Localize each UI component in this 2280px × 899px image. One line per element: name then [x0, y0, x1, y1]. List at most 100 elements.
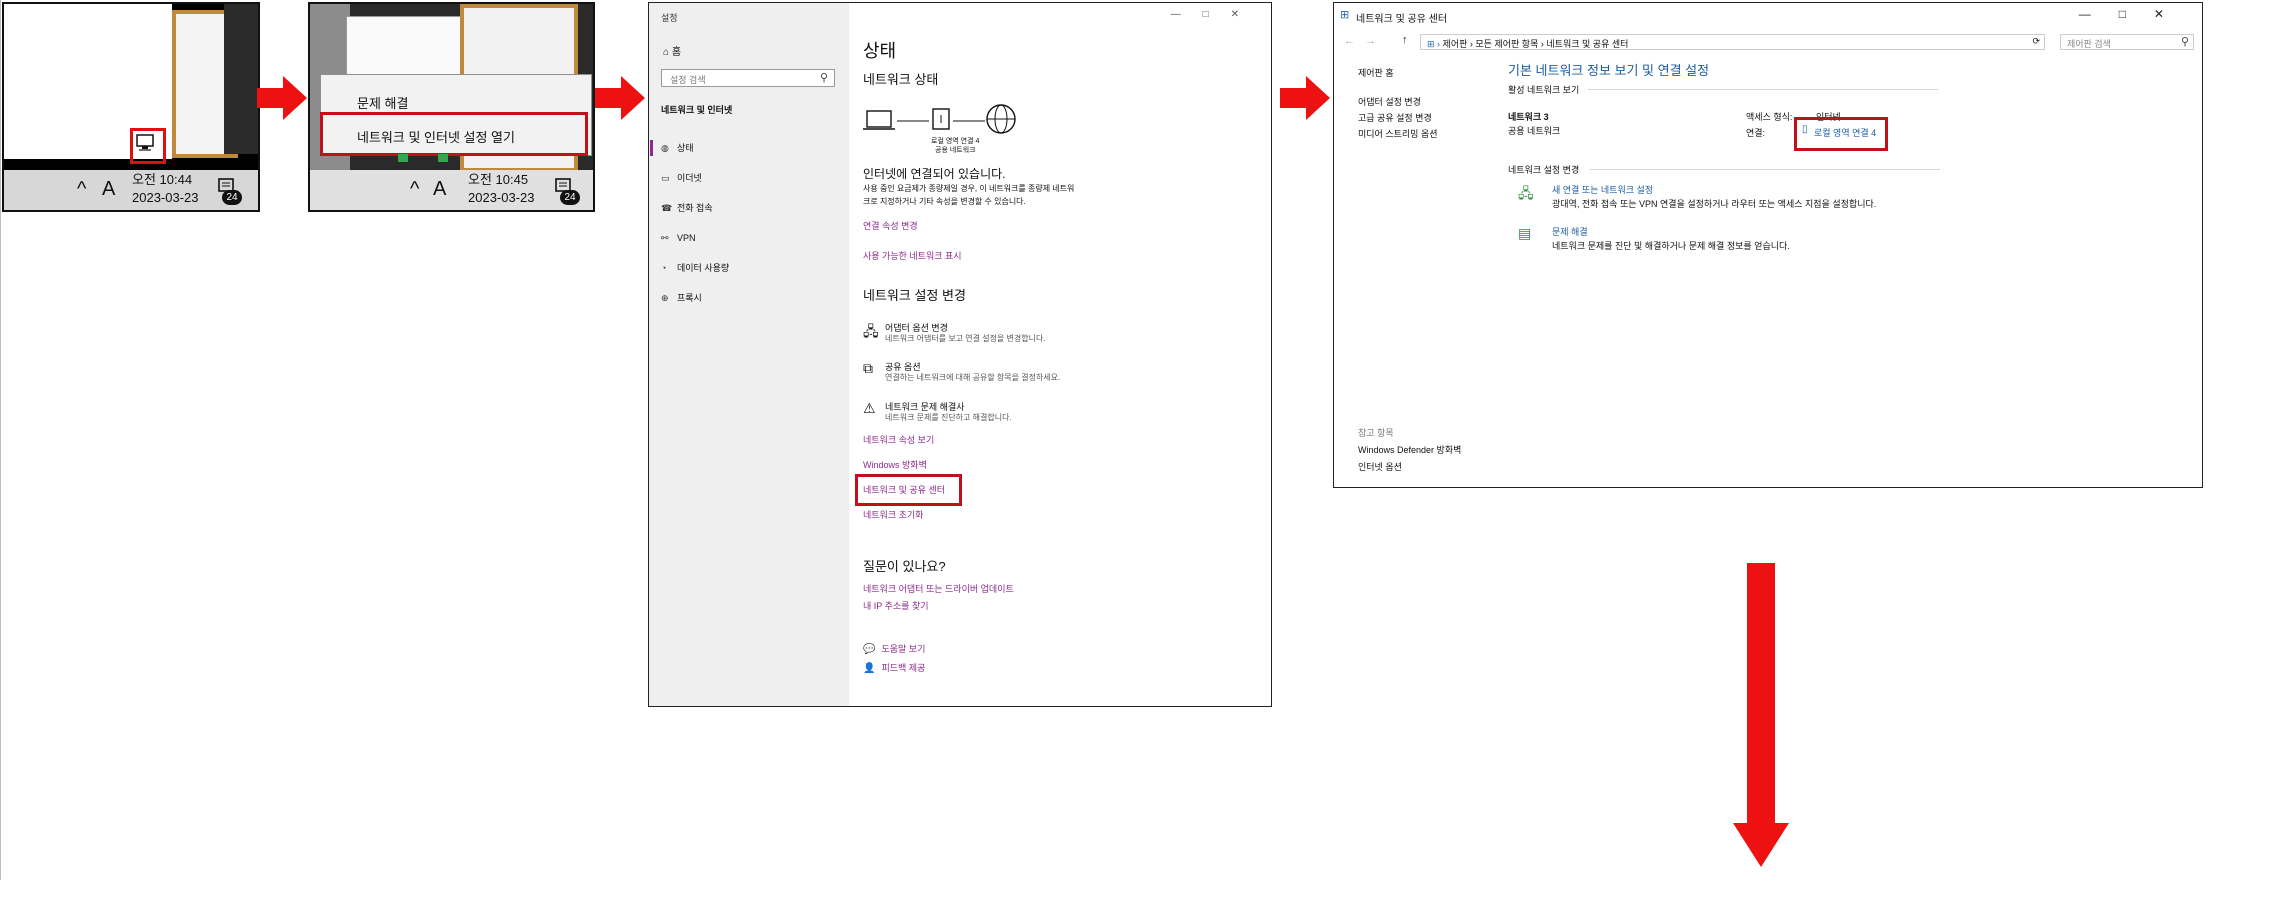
settings-search-input[interactable]: 설정 검색 ⚲	[661, 69, 835, 87]
page-title: 상태	[863, 41, 897, 61]
sidebar-item-data-usage[interactable]: ◔ 데이터 사용량	[661, 259, 729, 277]
link-troubleshoot[interactable]: 문제 해결	[1552, 225, 1588, 238]
search-placeholder: 설정 검색	[670, 75, 706, 85]
left-link-home[interactable]: 제어판 홈	[1358, 66, 1394, 79]
search-icon: ⚲	[819, 72, 828, 84]
control-panel-search-input[interactable]: 제어판 검색 ⚲	[2060, 34, 2194, 50]
window-title: 네트워크 및 공유 센터	[1356, 14, 1448, 25]
sidebar-item-status[interactable]: ◍ 상태	[661, 139, 694, 157]
taskbar: ^ A 오전 10:45 2023-03-23 24	[310, 170, 593, 210]
address-bar: ←→ ↑ ⊞ › 제어판 › 모든 제어판 항목 › 네트워크 및 공유 센터 …	[1334, 29, 2202, 55]
breadcrumb-item[interactable]: 네트워크 및 공유 센터	[1546, 39, 1628, 49]
ime-indicator[interactable]: A	[433, 178, 446, 201]
step2-context-menu-screenshot: 문제 해결 네트워크 및 인터넷 설정 열기 ^ A 오전 10:45 2023…	[308, 2, 595, 212]
sidebar-item-dialup[interactable]: ☎ 전화 접속	[661, 199, 713, 217]
control-panel-icon: ⊞	[1340, 9, 1350, 21]
link-change-connection-properties[interactable]: 연결 속성 변경	[863, 219, 918, 232]
option-desc: 네트워크 문제를 진단하고 해결합니다.	[885, 413, 1012, 422]
network-tray-icon[interactable]	[135, 133, 157, 153]
feedback-icon: 👤	[863, 663, 876, 674]
warning-icon: ⚠	[863, 400, 876, 416]
clock[interactable]: 오전 10:45 2023-03-23	[468, 171, 535, 207]
see-also-firewall[interactable]: Windows Defender 방화벽	[1358, 443, 1461, 456]
taskbar: ^ A 오전 10:44 2023-03-23 24	[4, 170, 258, 210]
menu-item-troubleshoot[interactable]: 문제 해결	[357, 93, 408, 112]
left-link-advanced-sharing[interactable]: 고급 공유 설정 변경	[1358, 111, 1432, 124]
link-view-network-properties[interactable]: 네트워크 속성 보기	[863, 433, 934, 446]
up-arrow-icon[interactable]: ↑	[1402, 34, 1408, 46]
sidebar-item-label: 프록시	[677, 293, 702, 303]
status-icon: ◍	[661, 143, 669, 153]
left-link-adapter-settings[interactable]: 어댑터 설정 변경	[1358, 95, 1421, 108]
sidebar-item-proxy[interactable]: ⊕ 프록시	[661, 289, 702, 307]
help-row[interactable]: 💬 도움말 보기	[863, 639, 925, 657]
sidebar-item-label: 상태	[677, 143, 694, 153]
sidebar-item-ethernet[interactable]: ▭ 이더넷	[661, 169, 702, 187]
help-label: 도움말 보기	[881, 644, 926, 654]
window-controls[interactable]: —□✕	[2079, 7, 2192, 21]
new-connection-icon: 🖧	[1518, 185, 1534, 201]
tray-icons-strip	[398, 154, 538, 164]
feedback-row[interactable]: 👤 피드백 제공	[863, 658, 925, 676]
link-driver-update[interactable]: 네트워크 어댑터 또는 드라이버 업데이트	[863, 582, 1014, 595]
breadcrumb-item[interactable]: 제어판	[1443, 39, 1468, 49]
breadcrumb[interactable]: ⊞ › 제어판 › 모든 제어판 항목 › 네트워크 및 공유 센터 ⟳	[1420, 34, 2045, 50]
connection-label: 연결:	[1746, 128, 1766, 138]
section-divider	[1588, 89, 1938, 90]
proxy-icon: ⊕	[661, 293, 669, 303]
network-type: 공용 네트워크	[1508, 126, 1561, 136]
option-desc: 네트워크 어댑터를 보고 연결 설정을 변경합니다.	[885, 334, 1046, 343]
sidebar-item-label: 데이터 사용량	[677, 263, 730, 273]
metered-description-2: 크로 지정하거나 기타 속성을 변경할 수 있습니다.	[863, 197, 1026, 206]
sidebar-item-label: 전화 접속	[677, 203, 713, 213]
highlight-sharing-center	[855, 474, 962, 506]
troubleshoot-icon: ▤	[1518, 225, 1532, 241]
breadcrumb-item[interactable]: 모든 제어판 항목	[1475, 39, 1538, 49]
sidebar-home[interactable]: ⌂ 홈	[663, 43, 681, 58]
globe-icon	[986, 104, 1016, 134]
highlight-open-settings	[320, 112, 588, 156]
active-networks-heading: 활성 네트워크 보기	[1508, 85, 1580, 95]
step1-taskbar-screenshot: ^ A 오전 10:44 2023-03-23 24	[2, 2, 260, 212]
home-icon: ⌂	[663, 47, 672, 58]
background-dark	[224, 4, 258, 154]
show-hidden-icons-icon[interactable]: ^	[410, 178, 419, 201]
adapter-icon: 🖧	[863, 323, 879, 339]
home-label: 홈	[671, 47, 682, 58]
link-new-connection[interactable]: 새 연결 또는 네트워크 설정	[1552, 183, 1653, 196]
ime-indicator[interactable]: A	[102, 178, 115, 201]
new-connection-desc: 광대역, 전화 접속 또는 VPN 연결을 설정하거나 라우터 또는 액세스 지…	[1552, 199, 1877, 209]
arrow-right-icon	[257, 76, 307, 120]
link-windows-firewall[interactable]: Windows 방화벽	[863, 458, 927, 471]
active-indicator	[650, 140, 653, 156]
question-heading: 질문이 있나요?	[863, 559, 946, 574]
sidebar-category: 네트워크 및 인터넷	[661, 105, 733, 115]
notification-count: 24	[560, 190, 580, 205]
search-placeholder: 제어판 검색	[2067, 39, 2111, 49]
help-icon: 💬	[863, 644, 876, 655]
arrow-right-icon	[1280, 76, 1330, 120]
metered-description-1: 사용 중인 요금제가 종량제일 경우, 이 네트워크를 종량제 네트워	[863, 184, 1075, 193]
clock[interactable]: 오전 10:44 2023-03-23	[132, 171, 199, 207]
change-settings-heading: 네트워크 설정 변경	[1508, 165, 1580, 175]
nav-back-forward[interactable]: ←→	[1344, 35, 1386, 47]
sidebar-item-label: VPN	[677, 233, 696, 243]
window-controls[interactable]: —□✕	[1171, 9, 1261, 20]
refresh-icon[interactable]: ⟳	[2032, 36, 2040, 47]
link-show-available-networks[interactable]: 사용 가능한 네트워크 표시	[863, 249, 962, 262]
laptop-icon	[863, 110, 895, 130]
left-link-media-streaming[interactable]: 미디어 스트리밍 옵션	[1358, 127, 1438, 140]
step4-network-sharing-center-window: ⊞ 네트워크 및 공유 센터 —□✕ ←→ ↑ ⊞ › 제어판 › 모든 제어판…	[1333, 2, 2203, 488]
show-hidden-icons-icon[interactable]: ^	[77, 178, 86, 201]
page-heading: 기본 네트워크 정보 보기 및 연결 설정	[1508, 63, 1710, 78]
dialup-icon: ☎	[661, 203, 673, 213]
link-network-reset[interactable]: 네트워크 초기화	[863, 508, 923, 521]
network-name: 네트워크 3	[1508, 112, 1549, 122]
router-icon	[932, 108, 950, 130]
sidebar-item-vpn[interactable]: ⚯ VPN	[661, 229, 696, 247]
link-find-ip[interactable]: 내 IP 주소를 찾기	[863, 599, 929, 612]
access-type-label: 액세스 형식:	[1746, 112, 1793, 122]
arrow-right-icon	[595, 76, 645, 120]
see-also-internet-options[interactable]: 인터넷 옵션	[1358, 460, 1402, 473]
troubleshoot-desc: 네트워크 문제를 진단 및 해결하거나 문제 해결 정보를 얻습니다.	[1552, 241, 1790, 251]
